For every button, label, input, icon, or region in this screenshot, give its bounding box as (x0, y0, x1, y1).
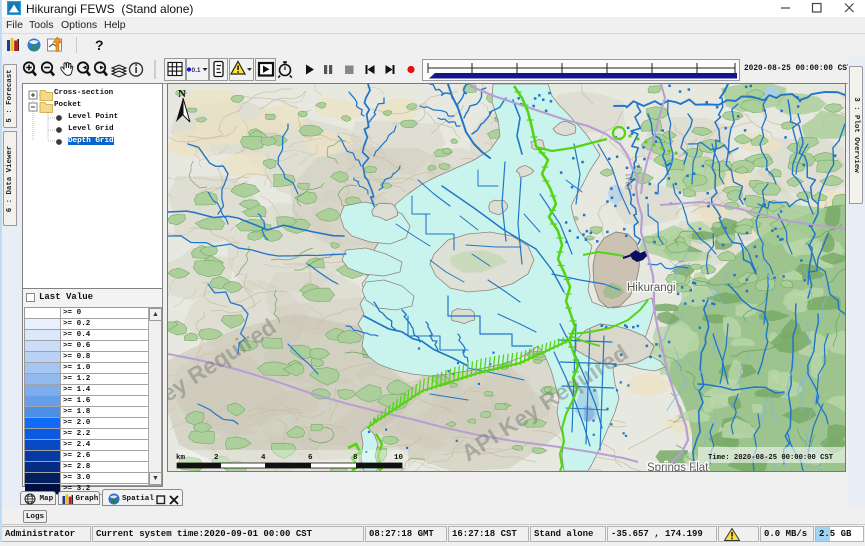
svg-text:Hikurangi: Hikurangi (627, 282, 676, 294)
svg-text:km: km (176, 454, 186, 462)
svg-text:8: 8 (353, 454, 358, 462)
svg-text:4: 4 (261, 454, 266, 462)
svg-text:2: 2 (214, 454, 219, 462)
svg-text:Time: 2020-08-25 00:00:00 CST: Time: 2020-08-25 00:00:00 CST (708, 454, 834, 462)
svg-text:SH1: SH1 (624, 172, 634, 190)
svg-text:6: 6 (308, 454, 313, 462)
svg-text:?: ? (95, 37, 104, 53)
svg-text:10: 10 (394, 454, 404, 462)
svg-text:N: N (178, 88, 186, 100)
svg-text:0.1: 0.1 (192, 67, 201, 74)
svg-text:Springs Flat: Springs Flat (647, 462, 709, 471)
